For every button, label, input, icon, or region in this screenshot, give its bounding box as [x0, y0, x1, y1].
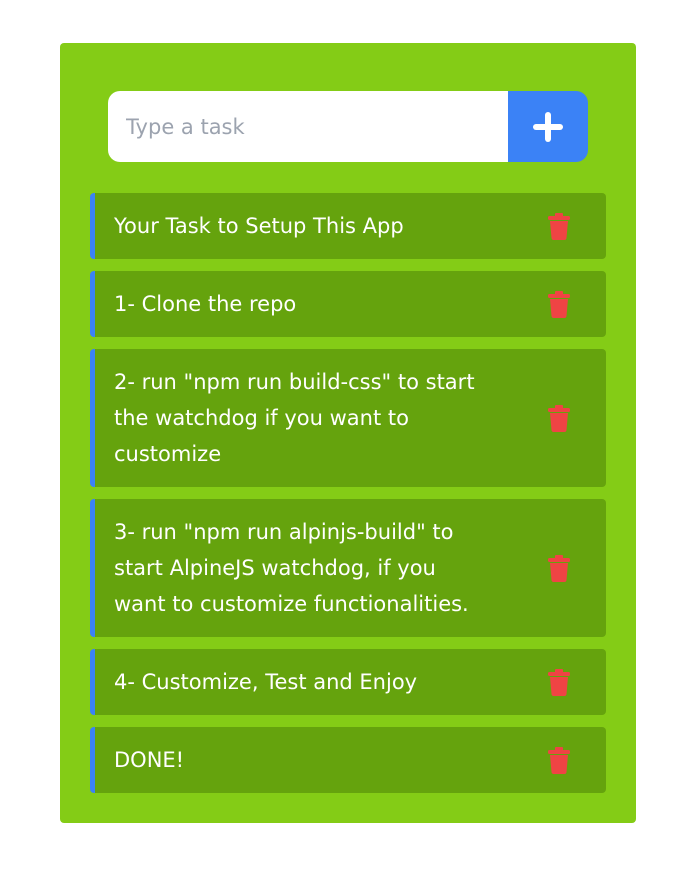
task-input[interactable]: [108, 91, 508, 162]
delete-task-button[interactable]: [546, 290, 572, 318]
trash-icon: [548, 668, 570, 696]
task-text: 2- run "npm run build-css" to start the …: [114, 370, 475, 466]
trash-icon: [548, 554, 570, 582]
trash-icon: [548, 746, 570, 774]
trash-icon: [548, 290, 570, 318]
task-item: 1- Clone the repo: [90, 271, 606, 337]
delete-task-button[interactable]: [546, 212, 572, 240]
task-item: 3- run "npm run alpinjs-build" to start …: [90, 499, 606, 637]
task-text: 3- run "npm run alpinjs-build" to start …: [114, 520, 469, 616]
trash-icon: [548, 212, 570, 240]
task-text: 1- Clone the repo: [114, 292, 297, 316]
task-item: 4- Customize, Test and Enjoy: [90, 649, 606, 715]
task-text: 4- Customize, Test and Enjoy: [114, 670, 418, 694]
task-item: DONE!: [90, 727, 606, 793]
plus-icon: [533, 111, 563, 142]
delete-task-button[interactable]: [546, 554, 572, 582]
trash-icon: [548, 404, 570, 432]
task-list: Your Task to Setup This App 1- Clone the…: [90, 193, 606, 793]
task-text: Your Task to Setup This App: [114, 214, 404, 238]
delete-task-button[interactable]: [546, 668, 572, 696]
todo-card: Your Task to Setup This App 1- Clone the…: [60, 43, 636, 823]
add-task-form: [108, 91, 588, 162]
task-text: DONE!: [114, 748, 185, 772]
task-item: Your Task to Setup This App: [90, 193, 606, 259]
delete-task-button[interactable]: [546, 746, 572, 774]
add-task-button[interactable]: [508, 91, 588, 162]
task-item: 2- run "npm run build-css" to start the …: [90, 349, 606, 487]
delete-task-button[interactable]: [546, 404, 572, 432]
